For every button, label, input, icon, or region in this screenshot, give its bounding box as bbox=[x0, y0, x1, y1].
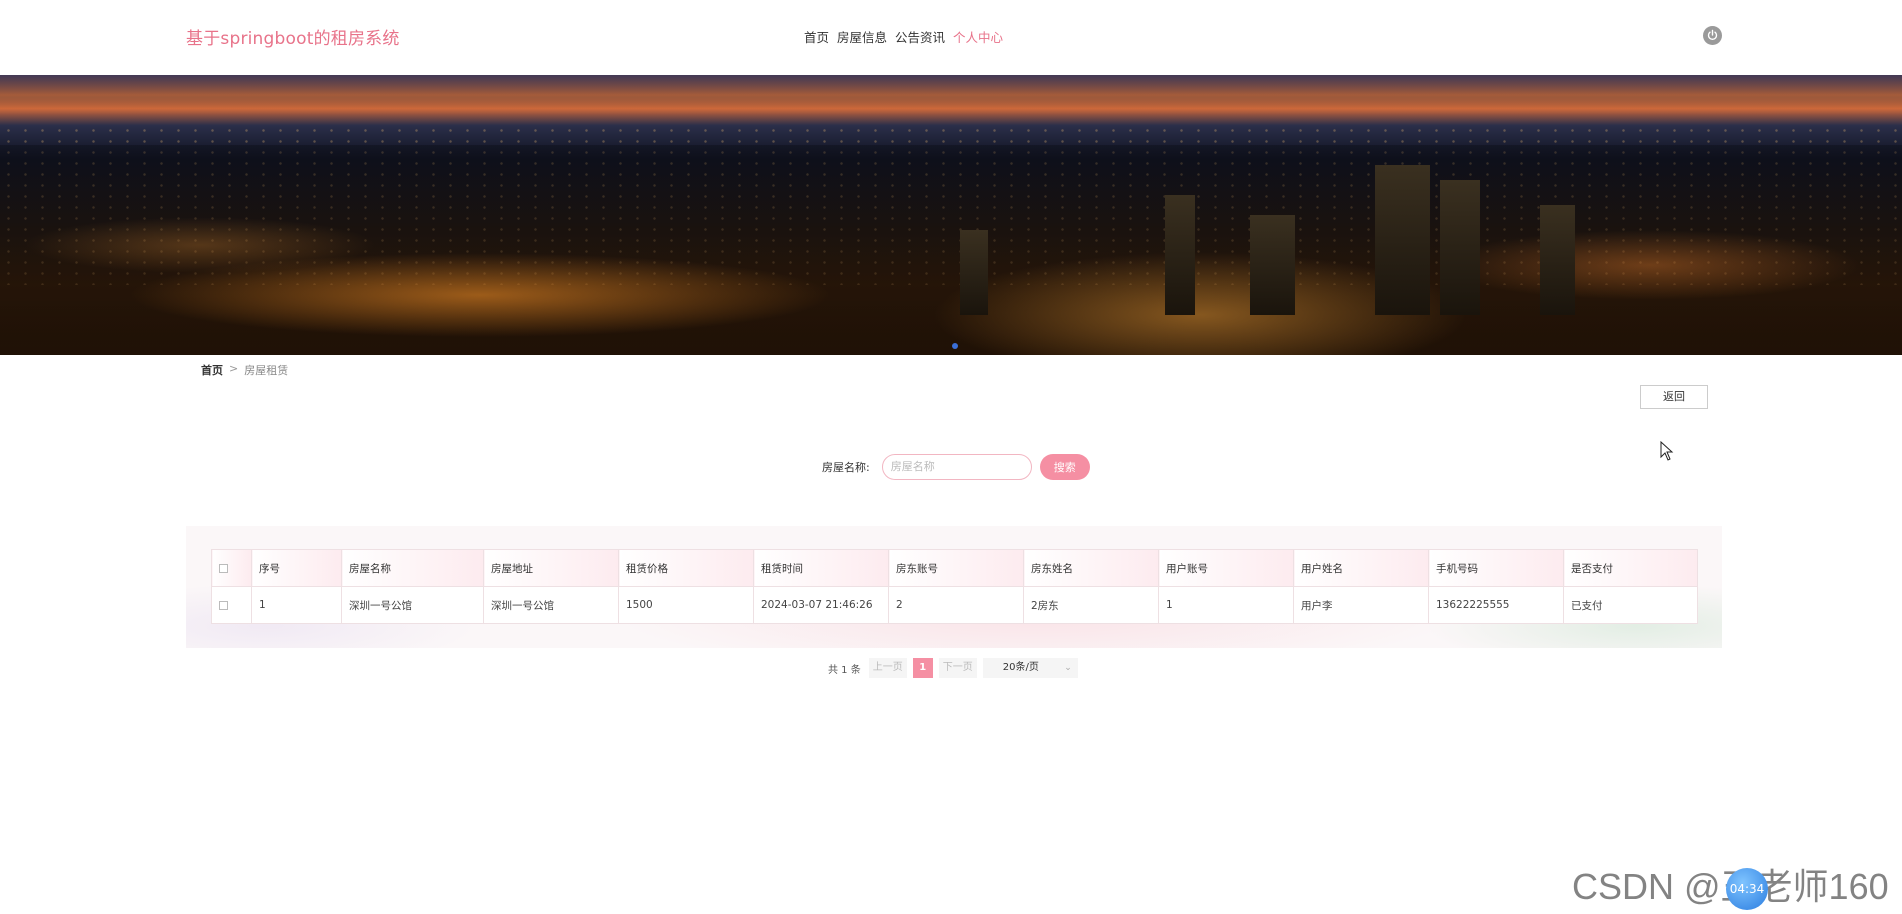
column-header[interactable]: 房东姓名 bbox=[1023, 549, 1159, 587]
banner-tower bbox=[1165, 195, 1195, 315]
column-header[interactable]: 租赁时间 bbox=[753, 549, 889, 587]
select-all-checkbox[interactable] bbox=[219, 563, 228, 573]
column-header[interactable]: 用户姓名 bbox=[1293, 549, 1429, 587]
column-header[interactable]: 用户账号 bbox=[1158, 549, 1294, 587]
pagination: 共 1 条 上一页 1 下一页 20条/页 ⌄ bbox=[828, 658, 1078, 678]
next-page-button[interactable]: 下一页 bbox=[938, 658, 977, 678]
banner-city-glow bbox=[0, 145, 1902, 355]
banner-tower bbox=[1540, 205, 1575, 315]
page-size-select[interactable]: 20条/页 ⌄ bbox=[982, 658, 1078, 678]
banner-tower bbox=[1440, 180, 1480, 315]
table-cell: 2 bbox=[888, 586, 1024, 624]
prev-page-button[interactable]: 上一页 bbox=[868, 658, 907, 678]
select-all-cell bbox=[211, 549, 252, 587]
pagination-total: 共 1 条 bbox=[828, 664, 861, 676]
table-cell: 深圳一号公馆 bbox=[483, 586, 619, 624]
breadcrumb-home[interactable]: 首页 bbox=[201, 362, 223, 378]
banner-sky bbox=[0, 75, 1902, 115]
banner-tower bbox=[1250, 215, 1295, 315]
site-title[interactable]: 基于springboot的租房系统 bbox=[186, 24, 400, 49]
power-icon[interactable] bbox=[1703, 26, 1722, 45]
row-checkbox[interactable] bbox=[219, 600, 228, 610]
table-cell: 2024-03-07 21:46:26 bbox=[753, 586, 889, 624]
banner-tower bbox=[1375, 165, 1430, 315]
search-bar: 房屋名称: 搜索 bbox=[822, 454, 1090, 480]
column-header[interactable]: 序号 bbox=[251, 549, 342, 587]
search-button[interactable]: 搜索 bbox=[1039, 454, 1090, 480]
page-size-value: 20条/页 bbox=[1002, 662, 1039, 673]
table-row[interactable]: 1 深圳一号公馆 深圳一号公馆 1500 2024-03-07 21:46:26… bbox=[211, 586, 1698, 624]
row-select-cell bbox=[211, 586, 252, 624]
column-header[interactable]: 房屋名称 bbox=[341, 549, 484, 587]
table-cell: 深圳一号公馆 bbox=[341, 586, 484, 624]
house-name-search-input[interactable] bbox=[881, 454, 1032, 480]
page-number-1[interactable]: 1 bbox=[912, 658, 933, 678]
timer-badge: 04:34 bbox=[1726, 868, 1768, 910]
column-header[interactable]: 房屋地址 bbox=[483, 549, 619, 587]
nav-item-personal-center[interactable]: 个人中心 bbox=[953, 27, 1003, 46]
chevron-down-icon: ⌄ bbox=[1064, 663, 1072, 673]
back-button[interactable]: 返回 bbox=[1640, 385, 1708, 409]
search-label: 房屋名称: bbox=[822, 461, 870, 474]
table-cell: 用户李 bbox=[1293, 586, 1429, 624]
nav-item-house-info[interactable]: 房屋信息 bbox=[837, 27, 887, 46]
table-cell: 1 bbox=[1158, 586, 1294, 624]
column-header[interactable]: 租赁价格 bbox=[618, 549, 754, 587]
mouse-cursor-icon bbox=[1660, 441, 1674, 461]
nav-item-announcements[interactable]: 公告资讯 bbox=[895, 27, 945, 46]
top-navbar: 基于springboot的租房系统 首页 房屋信息 公告资讯 个人中心 bbox=[0, 0, 1902, 75]
breadcrumb-separator: > bbox=[229, 362, 239, 375]
table-header-row: 序号 房屋名称 房屋地址 租赁价格 租赁时间 房东账号 房东姓名 用户账号 用户… bbox=[211, 549, 1698, 587]
table-cell: 13622225555 bbox=[1428, 586, 1564, 624]
breadcrumb: 首页 > 房屋租赁 bbox=[201, 362, 288, 378]
table-cell: 1500 bbox=[618, 586, 754, 624]
table-cell: 已支付 bbox=[1563, 586, 1698, 624]
table-cell: 2房东 bbox=[1023, 586, 1159, 624]
table-cell: 1 bbox=[251, 586, 342, 624]
rental-table: 序号 房屋名称 房屋地址 租赁价格 租赁时间 房东账号 房东姓名 用户账号 用户… bbox=[211, 549, 1698, 624]
breadcrumb-current: 房屋租赁 bbox=[244, 364, 289, 377]
column-header[interactable]: 是否支付 bbox=[1563, 549, 1698, 587]
column-header[interactable]: 手机号码 bbox=[1428, 549, 1564, 587]
carousel-indicator[interactable] bbox=[952, 343, 958, 349]
banner-carousel bbox=[0, 75, 1902, 355]
column-header[interactable]: 房东账号 bbox=[888, 549, 1024, 587]
nav-item-home[interactable]: 首页 bbox=[804, 27, 829, 46]
main-nav: 首页 房屋信息 公告资讯 个人中心 bbox=[804, 27, 1003, 46]
banner-tower bbox=[960, 230, 988, 315]
